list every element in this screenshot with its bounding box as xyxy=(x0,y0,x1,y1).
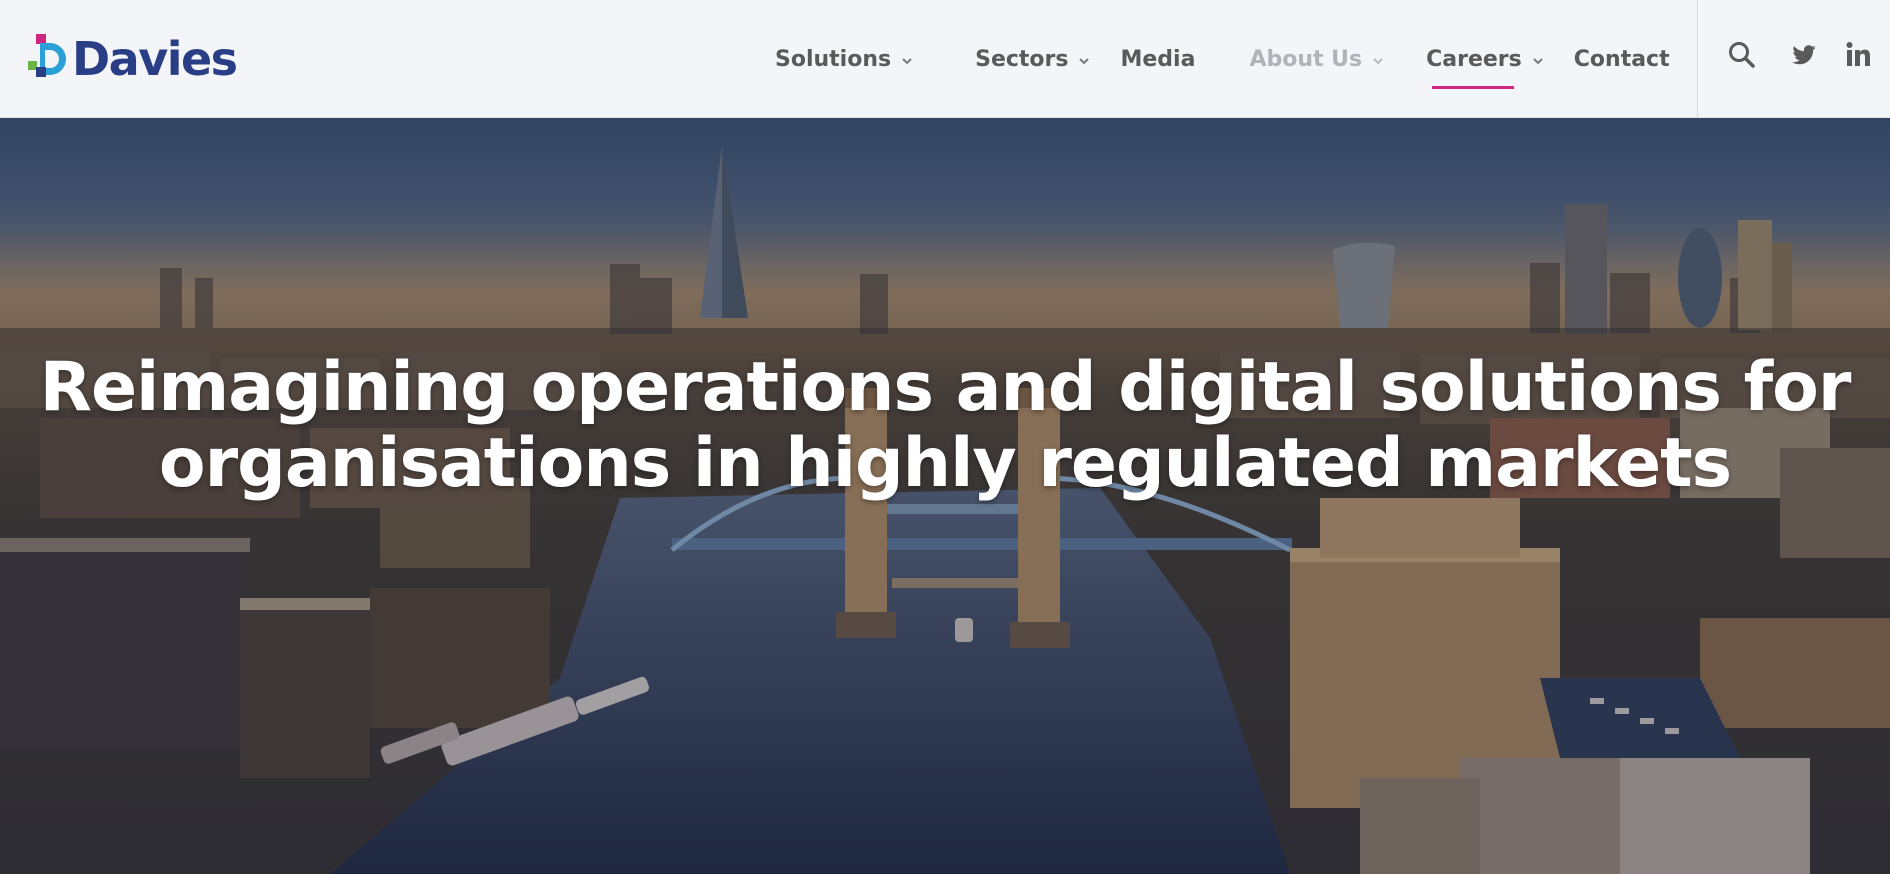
hero-headline: Reimagining operations and digital solut… xyxy=(0,350,1890,502)
logo-wordmark: Davies xyxy=(72,32,238,86)
hero-headline-line-1: Reimagining operations and digital solut… xyxy=(39,348,1852,427)
hero-headline-line-2: organisations in highly regulated market… xyxy=(158,424,1732,503)
search-icon[interactable] xyxy=(1727,40,1757,70)
nav-label-contact: Contact xyxy=(1573,46,1670,72)
nav-item-media[interactable]: Media xyxy=(1120,0,1195,118)
header-divider xyxy=(1697,0,1698,118)
nav-item-sectors[interactable]: Sectors xyxy=(975,0,1092,118)
nav-item-contact[interactable]: Contact xyxy=(1574,0,1670,118)
davies-logo[interactable]: Davies xyxy=(28,32,238,86)
nav-label-solutions: Solutions xyxy=(775,46,892,72)
logo-mark-icon xyxy=(28,34,66,77)
hero-banner: Reimagining operations and digital solut… xyxy=(0,118,1890,874)
site-header: Davies Solutions Sectors Media About Us … xyxy=(0,0,1890,118)
nav-label-about-us: About Us xyxy=(1249,46,1363,72)
twitter-icon[interactable] xyxy=(1789,40,1819,70)
main-nav: Solutions Sectors Media About Us Careers… xyxy=(775,0,1670,118)
nav-item-careers[interactable]: Careers xyxy=(1426,0,1546,118)
nav-label-sectors: Sectors xyxy=(975,46,1069,72)
chevron-down-icon xyxy=(1079,58,1090,65)
linkedin-icon[interactable] xyxy=(1844,40,1874,70)
nav-item-solutions[interactable]: Solutions xyxy=(775,0,915,118)
nav-label-careers: Careers xyxy=(1426,46,1522,72)
chevron-down-icon xyxy=(1533,58,1543,65)
nav-item-about-us[interactable]: About Us xyxy=(1249,0,1386,118)
chevron-down-icon xyxy=(902,58,912,65)
active-nav-underline xyxy=(1432,86,1515,89)
nav-label-media: Media xyxy=(1120,46,1196,72)
chevron-down-icon xyxy=(1373,58,1383,65)
